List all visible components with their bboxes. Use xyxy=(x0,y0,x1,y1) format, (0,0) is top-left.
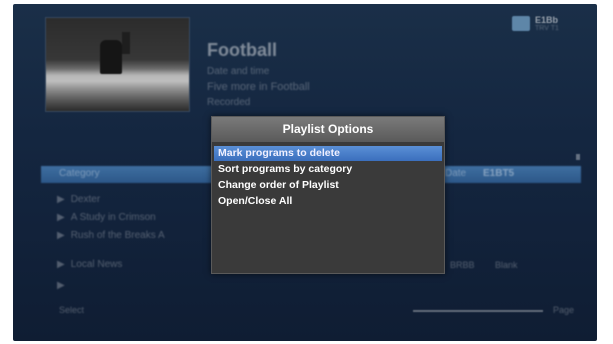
row-arrow-icon: ▶ xyxy=(57,259,65,270)
option-change-order[interactable]: Change order of Playlist xyxy=(214,178,442,193)
option-sort-by-category[interactable]: Sort programs by category xyxy=(214,162,442,177)
program-info-line: Date and time xyxy=(207,66,270,77)
footer-progress-line xyxy=(413,310,543,312)
thumbnail-figure xyxy=(122,32,130,54)
header-date: Date xyxy=(445,168,467,179)
row-title: Rush of the Breaks A xyxy=(70,230,165,241)
program-title: Football xyxy=(207,40,277,60)
row-arrow-icon: ▶ xyxy=(57,194,65,205)
playlist-row[interactable]: ▶ A Study in Crimson xyxy=(57,212,156,223)
row-col2: Blank xyxy=(495,260,518,270)
playlist-row[interactable]: ▶ Dexter xyxy=(57,194,100,205)
row-col1: BRBB xyxy=(450,260,475,270)
playlist-row[interactable]: ▶ Local News xyxy=(57,259,122,270)
program-thumbnail xyxy=(45,17,190,112)
scroll-up-indicator-icon xyxy=(576,154,580,160)
channel-logo-subtext: TRV T1 xyxy=(535,25,559,32)
row-arrow-icon: ▶ xyxy=(57,230,65,241)
row-title: A Study in Crimson xyxy=(70,212,156,223)
program-info-line: Five more in Football xyxy=(207,81,310,93)
row-title: Dexter xyxy=(70,194,101,205)
channel-logo-icon xyxy=(512,16,530,31)
playlist-row[interactable]: ▶ Rush of the Breaks A xyxy=(57,230,165,241)
header-code: E1BT5 xyxy=(483,168,515,179)
header-category: Category xyxy=(59,168,100,179)
footer-page-hint: Page xyxy=(553,305,575,315)
option-open-close-all[interactable]: Open/Close All xyxy=(214,194,442,209)
footer-hint: Select xyxy=(59,305,85,315)
row-title: Local News xyxy=(70,259,123,270)
channel-logo-text: E1Bb xyxy=(535,15,559,25)
dialog-title: Playlist Options xyxy=(212,117,444,142)
program-info-line: Recorded xyxy=(207,97,251,108)
row-arrow-icon: ▶ xyxy=(57,212,65,223)
tv-screen: Football Date and time Five more in Foot… xyxy=(13,4,597,341)
playlist-options-dialog: Playlist Options Mark programs to delete… xyxy=(211,116,445,274)
option-mark-programs-to-delete[interactable]: Mark programs to delete xyxy=(214,146,442,161)
playlist-row[interactable]: ▶ xyxy=(57,280,71,291)
row-arrow-icon: ▶ xyxy=(57,280,65,291)
thumbnail-figure xyxy=(100,40,122,74)
